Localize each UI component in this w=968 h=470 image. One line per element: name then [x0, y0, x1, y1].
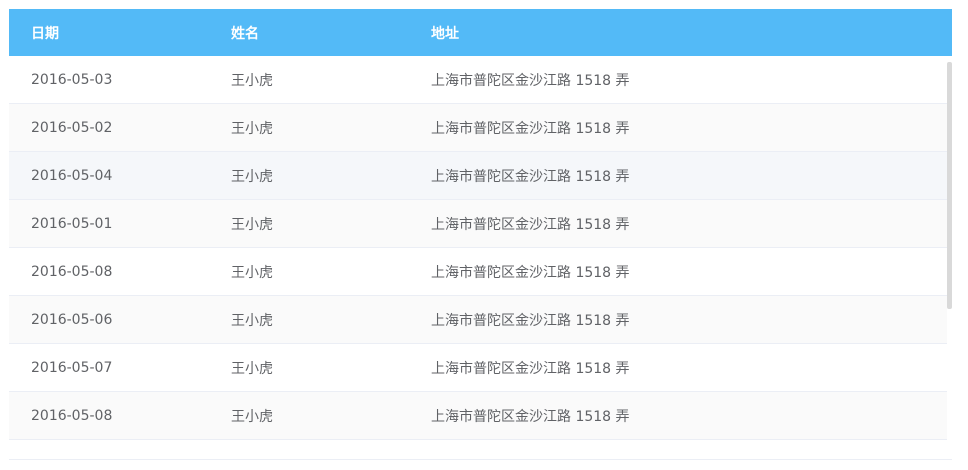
cell-name: 王小虎: [231, 312, 273, 329]
table-row[interactable]: 2016-05-08 王小虎 上海市普陀区金沙江路 1518 弄: [9, 248, 947, 296]
cell-name: 王小虎: [231, 72, 273, 89]
column-header-address[interactable]: 地址: [431, 9, 459, 56]
column-header-name[interactable]: 姓名: [231, 9, 259, 56]
table-row[interactable]: 2016-05-03 王小虎 上海市普陀区金沙江路 1518 弄: [9, 56, 947, 104]
cell-address: 上海市普陀区金沙江路 1518 弄: [431, 408, 630, 425]
cell-date: 2016-05-08: [31, 407, 113, 424]
cell-name: 王小虎: [231, 216, 273, 233]
cell-date: 2016-05-04: [31, 167, 113, 184]
table-row[interactable]: 2016-05-06 王小虎 上海市普陀区金沙江路 1518 弄: [9, 296, 947, 344]
cell-date: 2016-05-07: [31, 359, 113, 376]
cell-address: 上海市普陀区金沙江路 1518 弄: [431, 264, 630, 281]
cell-name: 王小虎: [231, 120, 273, 137]
table-row[interactable]: 2016-05-08 王小虎 上海市普陀区金沙江路 1518 弄: [9, 392, 947, 440]
cell-address: 上海市普陀区金沙江路 1518 弄: [431, 360, 630, 377]
table-row[interactable]: 2016-05-07 王小虎 上海市普陀区金沙江路 1518 弄: [9, 344, 947, 392]
cell-date: 2016-05-06: [31, 311, 113, 328]
column-header-date[interactable]: 日期: [31, 9, 59, 56]
cell-name: 王小虎: [231, 264, 273, 281]
table-row[interactable]: 2016-05-02 王小虎 上海市普陀区金沙江路 1518 弄: [9, 104, 947, 152]
cell-address: 上海市普陀区金沙江路 1518 弄: [431, 168, 630, 185]
cell-address: 上海市普陀区金沙江路 1518 弄: [431, 120, 630, 137]
cell-date: 2016-05-08: [31, 263, 113, 280]
cell-date: 2016-05-01: [31, 215, 113, 232]
cell-name: 王小虎: [231, 168, 273, 185]
table-header: 日期 姓名 地址: [9, 9, 952, 56]
cell-address: 上海市普陀区金沙江路 1518 弄: [431, 72, 630, 89]
table-body[interactable]: 2016-05-03 王小虎 上海市普陀区金沙江路 1518 弄 2016-05…: [9, 56, 947, 460]
table-bottom-border: [9, 459, 952, 460]
table-row[interactable]: 2016-05-01 王小虎 上海市普陀区金沙江路 1518 弄: [9, 200, 947, 248]
cell-date: 2016-05-02: [31, 119, 113, 136]
scrollbar-thumb[interactable]: [947, 62, 952, 309]
data-table: 日期 姓名 地址 2016-05-03 王小虎 上海市普陀区金沙江路 1518 …: [9, 9, 952, 460]
cell-name: 王小虎: [231, 360, 273, 377]
cell-address: 上海市普陀区金沙江路 1518 弄: [431, 216, 630, 233]
table-row[interactable]: 2016-05-04 王小虎 上海市普陀区金沙江路 1518 弄: [9, 152, 947, 200]
cell-address: 上海市普陀区金沙江路 1518 弄: [431, 312, 630, 329]
cell-date: 2016-05-03: [31, 71, 113, 88]
table-row[interactable]: [9, 440, 947, 460]
vertical-scrollbar[interactable]: [947, 56, 952, 460]
cell-name: 王小虎: [231, 408, 273, 425]
